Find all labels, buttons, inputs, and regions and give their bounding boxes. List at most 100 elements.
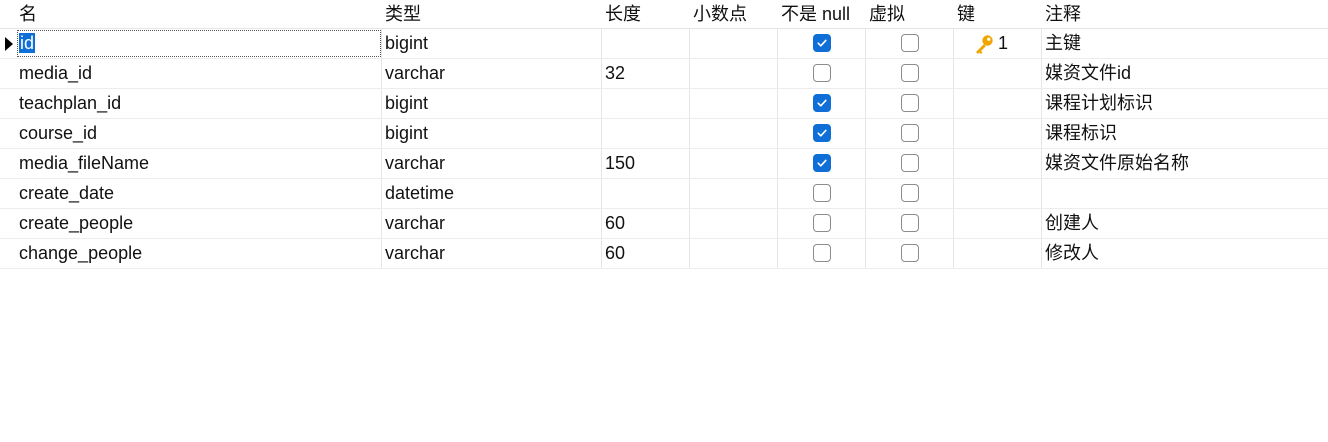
field-name: course_id bbox=[19, 123, 98, 143]
table-row[interactable]: create_people varchar 60 创建人 bbox=[0, 209, 1328, 239]
key-cell[interactable] bbox=[954, 239, 1042, 268]
table-row[interactable]: media_fileName varchar 150 媒资文件原始名称 bbox=[0, 149, 1328, 179]
table-row[interactable]: teachplan_id bigint 课程计划标识 bbox=[0, 89, 1328, 119]
field-type-cell[interactable]: bigint bbox=[382, 119, 602, 148]
table-row[interactable]: id bigint 1 主键 bbox=[0, 29, 1328, 59]
virtual-cell bbox=[866, 59, 954, 88]
field-length-cell[interactable]: 32 bbox=[602, 59, 690, 88]
field-length-cell[interactable]: 60 bbox=[602, 239, 690, 268]
key-cell[interactable] bbox=[954, 89, 1042, 118]
column-header-virtual[interactable]: 虚拟 bbox=[866, 0, 954, 28]
field-name-cell[interactable]: create_date bbox=[16, 179, 382, 208]
key-cell[interactable] bbox=[954, 179, 1042, 208]
field-comment-cell[interactable]: 课程标识 bbox=[1042, 119, 1328, 148]
field-comment-cell[interactable]: 课程计划标识 bbox=[1042, 89, 1328, 118]
not-null-checkbox[interactable] bbox=[813, 64, 831, 82]
column-header-name[interactable]: 名 bbox=[16, 0, 382, 28]
not-null-cell bbox=[778, 149, 866, 178]
table-row[interactable]: media_id varchar 32 媒资文件id bbox=[0, 59, 1328, 89]
field-comment-cell[interactable]: 主键 bbox=[1042, 29, 1328, 58]
field-comment-cell[interactable]: 修改人 bbox=[1042, 239, 1328, 268]
virtual-cell bbox=[866, 239, 954, 268]
virtual-cell bbox=[866, 29, 954, 58]
virtual-checkbox[interactable] bbox=[901, 184, 919, 202]
field-name-cell[interactable]: teachplan_id bbox=[16, 89, 382, 118]
field-comment: 课程计划标识 bbox=[1045, 93, 1153, 113]
field-length-cell[interactable]: 150 bbox=[602, 149, 690, 178]
field-length-cell[interactable]: 60 bbox=[602, 209, 690, 238]
virtual-checkbox[interactable] bbox=[901, 244, 919, 262]
field-name-cell[interactable]: change_people bbox=[16, 239, 382, 268]
field-name-cell[interactable]: media_id bbox=[16, 59, 382, 88]
field-comment: 课程标识 bbox=[1045, 123, 1117, 143]
not-null-checkbox[interactable] bbox=[813, 154, 831, 172]
field-comment: 创建人 bbox=[1045, 213, 1099, 233]
not-null-cell bbox=[778, 209, 866, 238]
field-name: create_people bbox=[19, 213, 134, 233]
key-cell[interactable] bbox=[954, 209, 1042, 238]
key-cell[interactable] bbox=[954, 59, 1042, 88]
table-row[interactable]: course_id bigint 课程标识 bbox=[0, 119, 1328, 149]
key-cell[interactable]: 1 bbox=[954, 29, 1042, 58]
column-header-key[interactable]: 键 bbox=[954, 0, 1042, 28]
field-length-cell[interactable] bbox=[602, 89, 690, 118]
field-comment-cell[interactable] bbox=[1042, 179, 1328, 208]
field-comment-cell[interactable]: 媒资文件id bbox=[1042, 59, 1328, 88]
field-type-cell[interactable]: varchar bbox=[382, 149, 602, 178]
field-decimals-cell[interactable] bbox=[690, 119, 778, 148]
grid-header: 名 类型 长度 小数点 不是 null 虚拟 键 注释 bbox=[0, 0, 1328, 29]
field-decimals-cell[interactable] bbox=[690, 89, 778, 118]
virtual-checkbox[interactable] bbox=[901, 214, 919, 232]
not-null-checkbox[interactable] bbox=[813, 244, 831, 262]
virtual-cell bbox=[866, 119, 954, 148]
not-null-checkbox[interactable] bbox=[813, 124, 831, 142]
field-decimals-cell[interactable] bbox=[690, 179, 778, 208]
table-row[interactable]: change_people varchar 60 修改人 bbox=[0, 239, 1328, 269]
field-length-cell[interactable] bbox=[602, 29, 690, 58]
column-header-not-null[interactable]: 不是 null bbox=[778, 0, 866, 28]
field-name-cell[interactable]: id bbox=[16, 29, 382, 58]
field-decimals-cell[interactable] bbox=[690, 209, 778, 238]
virtual-checkbox[interactable] bbox=[901, 64, 919, 82]
field-type-cell[interactable]: varchar bbox=[382, 59, 602, 88]
field-name: id bbox=[19, 33, 36, 53]
field-type-cell[interactable]: varchar bbox=[382, 239, 602, 268]
field-type-cell[interactable]: varchar bbox=[382, 209, 602, 238]
not-null-checkbox[interactable] bbox=[813, 34, 831, 52]
not-null-checkbox[interactable] bbox=[813, 94, 831, 112]
not-null-checkbox[interactable] bbox=[813, 184, 831, 202]
field-name: create_date bbox=[19, 183, 115, 203]
field-length: 150 bbox=[605, 153, 636, 173]
virtual-checkbox[interactable] bbox=[901, 154, 919, 172]
virtual-checkbox[interactable] bbox=[901, 94, 919, 112]
virtual-cell bbox=[866, 179, 954, 208]
field-comment-cell[interactable]: 创建人 bbox=[1042, 209, 1328, 238]
virtual-checkbox[interactable] bbox=[901, 124, 919, 142]
field-length-cell[interactable] bbox=[602, 179, 690, 208]
field-comment-cell[interactable]: 媒资文件原始名称 bbox=[1042, 149, 1328, 178]
field-type-cell[interactable]: bigint bbox=[382, 89, 602, 118]
column-header-type[interactable]: 类型 bbox=[382, 0, 602, 28]
field-decimals-cell[interactable] bbox=[690, 149, 778, 178]
key-cell[interactable] bbox=[954, 149, 1042, 178]
not-null-checkbox[interactable] bbox=[813, 214, 831, 232]
column-header-comment[interactable]: 注释 bbox=[1042, 0, 1328, 28]
field-name-cell[interactable]: media_fileName bbox=[16, 149, 382, 178]
field-name-cell[interactable]: course_id bbox=[16, 119, 382, 148]
field-length-cell[interactable] bbox=[602, 119, 690, 148]
column-header-length[interactable]: 长度 bbox=[602, 0, 690, 28]
field-decimals-cell[interactable] bbox=[690, 239, 778, 268]
field-length: 60 bbox=[605, 243, 626, 263]
virtual-checkbox[interactable] bbox=[901, 34, 919, 52]
column-header-decimals[interactable]: 小数点 bbox=[690, 0, 778, 28]
field-decimals-cell[interactable] bbox=[690, 29, 778, 58]
field-comment: 媒资文件原始名称 bbox=[1045, 153, 1189, 173]
key-cell[interactable] bbox=[954, 119, 1042, 148]
field-length: 32 bbox=[605, 63, 626, 83]
field-decimals-cell[interactable] bbox=[690, 59, 778, 88]
field-type-cell[interactable]: datetime bbox=[382, 179, 602, 208]
field-type-cell[interactable]: bigint bbox=[382, 29, 602, 58]
table-row[interactable]: create_date datetime bbox=[0, 179, 1328, 209]
field-name-cell[interactable]: create_people bbox=[16, 209, 382, 238]
not-null-cell bbox=[778, 59, 866, 88]
